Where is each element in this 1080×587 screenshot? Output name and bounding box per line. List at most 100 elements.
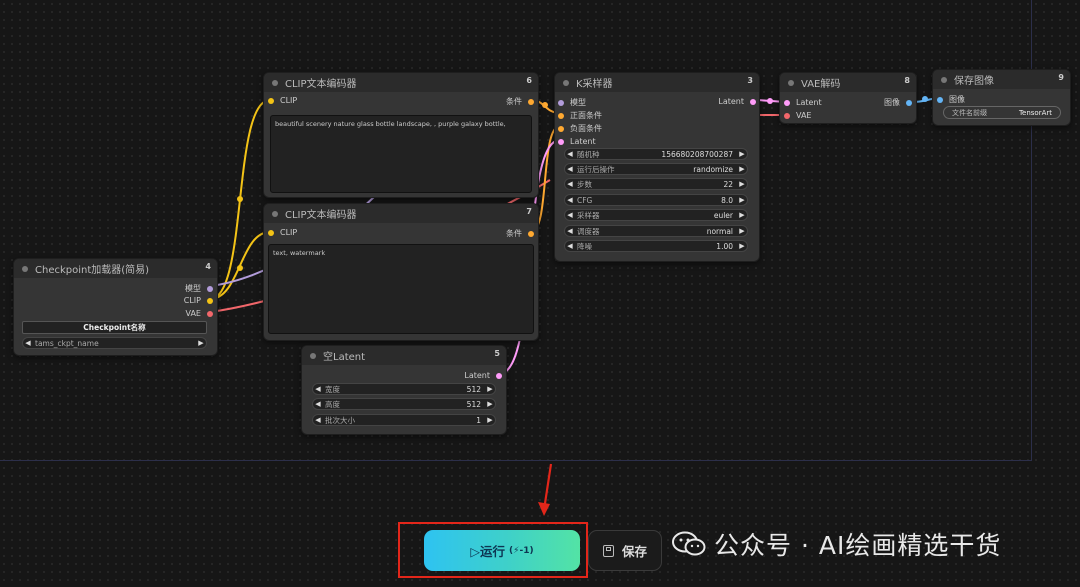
widget-denoise[interactable]: ◀ 降噪 1.00 ▶ <box>564 240 748 252</box>
increment-arrow-icon[interactable]: ▶ <box>485 385 495 393</box>
node-checkpoint-loader[interactable]: Checkpoint加载器(简易) 4 模型 CLIP VAE Checkpoi… <box>13 258 218 356</box>
increment-arrow-icon[interactable]: ▶ <box>737 196 747 204</box>
decrement-arrow-icon[interactable]: ◀ <box>565 211 575 219</box>
widget-value[interactable]: 512 <box>467 385 485 394</box>
increment-arrow-icon[interactable]: ▶ <box>737 227 747 235</box>
output-latent[interactable]: Latent <box>718 97 756 106</box>
decrement-arrow-icon[interactable]: ◀ <box>565 227 575 235</box>
input-latent[interactable]: Latent <box>784 98 822 107</box>
slot-dot[interactable] <box>528 98 534 105</box>
increment-arrow-icon[interactable]: ▶ <box>737 180 747 188</box>
decrement-arrow-icon[interactable]: ◀ <box>565 180 575 188</box>
prompt-textarea[interactable]: beautiful scenery nature glass bottle la… <box>270 115 532 193</box>
save-button[interactable]: 保存 <box>588 530 662 571</box>
field-value[interactable]: TensorArt <box>1019 109 1052 117</box>
input-vae[interactable]: VAE <box>784 111 812 120</box>
output-conditioning[interactable]: 条件 <box>506 228 534 239</box>
widget-value[interactable]: 512 <box>467 400 485 409</box>
input-clip[interactable]: CLIP <box>268 228 297 237</box>
increment-arrow-icon[interactable]: ▶ <box>485 400 495 408</box>
widget-sampler[interactable]: ◀ 采样器 euler ▶ <box>564 209 748 221</box>
output-vae[interactable]: VAE <box>186 309 213 318</box>
decrement-arrow-icon[interactable]: ◀ <box>313 416 323 424</box>
prompt-textarea[interactable]: text, watermark <box>268 244 534 334</box>
node-header[interactable]: K采样器 3 <box>555 73 759 92</box>
widget-cfg[interactable]: ◀ CFG 8.0 ▶ <box>564 194 748 206</box>
slot-dot[interactable] <box>784 99 790 106</box>
widget-value[interactable]: normal <box>707 227 737 236</box>
widget-value[interactable]: tams_ckpt_name <box>33 339 196 348</box>
decrement-arrow-icon[interactable]: ◀ <box>23 339 33 347</box>
node-clip-text-encode-positive[interactable]: CLIP文本编码器 6 CLIP 条件 beautiful scenery na… <box>263 72 539 198</box>
output-latent[interactable]: Latent <box>464 371 502 380</box>
node-header[interactable]: 保存图像 9 <box>933 70 1070 89</box>
input-image[interactable]: 图像 <box>937 94 965 105</box>
node-collapse-dot[interactable] <box>22 265 28 272</box>
increment-arrow-icon[interactable]: ▶ <box>737 165 747 173</box>
slot-dot[interactable] <box>558 112 564 119</box>
slot-dot[interactable] <box>207 310 213 317</box>
widget-control-after-generate[interactable]: ◀ 运行后操作 randomize ▶ <box>564 163 748 175</box>
output-clip[interactable]: CLIP <box>184 296 213 305</box>
decrement-arrow-icon[interactable]: ◀ <box>565 196 575 204</box>
output-model[interactable]: 模型 <box>185 283 213 294</box>
slot-dot[interactable] <box>268 97 274 104</box>
node-collapse-dot[interactable] <box>272 79 278 86</box>
slot-dot[interactable] <box>784 112 790 119</box>
widget-width[interactable]: ◀ 宽度 512 ▶ <box>312 383 496 395</box>
decrement-arrow-icon[interactable]: ◀ <box>565 242 575 250</box>
widget-value[interactable]: 156680208700287 <box>661 150 737 159</box>
widget-seed[interactable]: ◀ 随机种 156680208700287 ▶ <box>564 148 748 160</box>
slot-dot[interactable] <box>937 96 943 103</box>
output-image[interactable]: 图像 <box>884 97 912 108</box>
decrement-arrow-icon[interactable]: ◀ <box>565 150 575 158</box>
widget-value[interactable]: 1 <box>476 416 485 425</box>
slot-dot[interactable] <box>496 372 502 379</box>
node-collapse-dot[interactable] <box>563 79 569 86</box>
checkpoint-name-button[interactable]: Checkpoint名称 <box>22 321 207 334</box>
widget-value[interactable]: randomize <box>693 165 737 174</box>
widget-scheduler[interactable]: ◀ 调度器 normal ▶ <box>564 225 748 237</box>
node-vae-decode[interactable]: VAE解码 8 Latent VAE 图像 <box>779 72 917 124</box>
node-header[interactable]: CLIP文本编码器 6 <box>264 73 538 92</box>
node-collapse-dot[interactable] <box>788 79 794 86</box>
node-header[interactable]: 空Latent 5 <box>302 346 506 365</box>
slot-dot[interactable] <box>558 138 564 145</box>
input-latent[interactable]: Latent <box>558 137 596 146</box>
widget-ckpt-name[interactable]: ◀ tams_ckpt_name ▶ <box>22 337 207 349</box>
filename-prefix-field[interactable]: 文件名前缀 TensorArt <box>943 106 1061 119</box>
slot-dot[interactable] <box>558 125 564 132</box>
node-ksampler[interactable]: K采样器 3 模型 正面条件 负面条件 Latent Latent ◀ 随机种 … <box>554 72 760 262</box>
node-collapse-dot[interactable] <box>941 76 947 83</box>
widget-value[interactable]: euler <box>714 211 737 220</box>
slot-dot[interactable] <box>528 230 534 237</box>
slot-dot[interactable] <box>207 297 213 304</box>
decrement-arrow-icon[interactable]: ◀ <box>313 400 323 408</box>
slot-dot[interactable] <box>207 285 213 292</box>
node-header[interactable]: VAE解码 8 <box>780 73 916 92</box>
slot-dot[interactable] <box>906 99 912 106</box>
decrement-arrow-icon[interactable]: ◀ <box>313 385 323 393</box>
slot-dot[interactable] <box>558 99 564 106</box>
node-collapse-dot[interactable] <box>310 352 316 359</box>
output-conditioning[interactable]: 条件 <box>506 96 534 107</box>
input-negative[interactable]: 负面条件 <box>558 123 602 134</box>
increment-arrow-icon[interactable]: ▶ <box>737 242 747 250</box>
node-header[interactable]: CLIP文本编码器 7 <box>264 204 538 223</box>
run-button[interactable]: ▷运行 (⚡-1) <box>424 530 580 571</box>
slot-dot[interactable] <box>268 229 274 236</box>
widget-value[interactable]: 22 <box>723 180 737 189</box>
input-positive[interactable]: 正面条件 <box>558 110 602 121</box>
increment-arrow-icon[interactable]: ▶ <box>737 150 747 158</box>
widget-value[interactable]: 8.0 <box>721 196 737 205</box>
slot-dot[interactable] <box>750 98 756 105</box>
node-clip-text-encode-negative[interactable]: CLIP文本编码器 7 CLIP 条件 text, watermark <box>263 203 539 341</box>
widget-steps[interactable]: ◀ 步数 22 ▶ <box>564 178 748 190</box>
input-clip[interactable]: CLIP <box>268 96 297 105</box>
widget-batch-size[interactable]: ◀ 批次大小 1 ▶ <box>312 414 496 426</box>
input-model[interactable]: 模型 <box>558 97 586 108</box>
increment-arrow-icon[interactable]: ▶ <box>737 211 747 219</box>
widget-height[interactable]: ◀ 高度 512 ▶ <box>312 398 496 410</box>
node-empty-latent[interactable]: 空Latent 5 Latent ◀ 宽度 512 ▶ ◀ 高度 512 ▶ ◀… <box>301 345 507 435</box>
increment-arrow-icon[interactable]: ▶ <box>196 339 206 347</box>
